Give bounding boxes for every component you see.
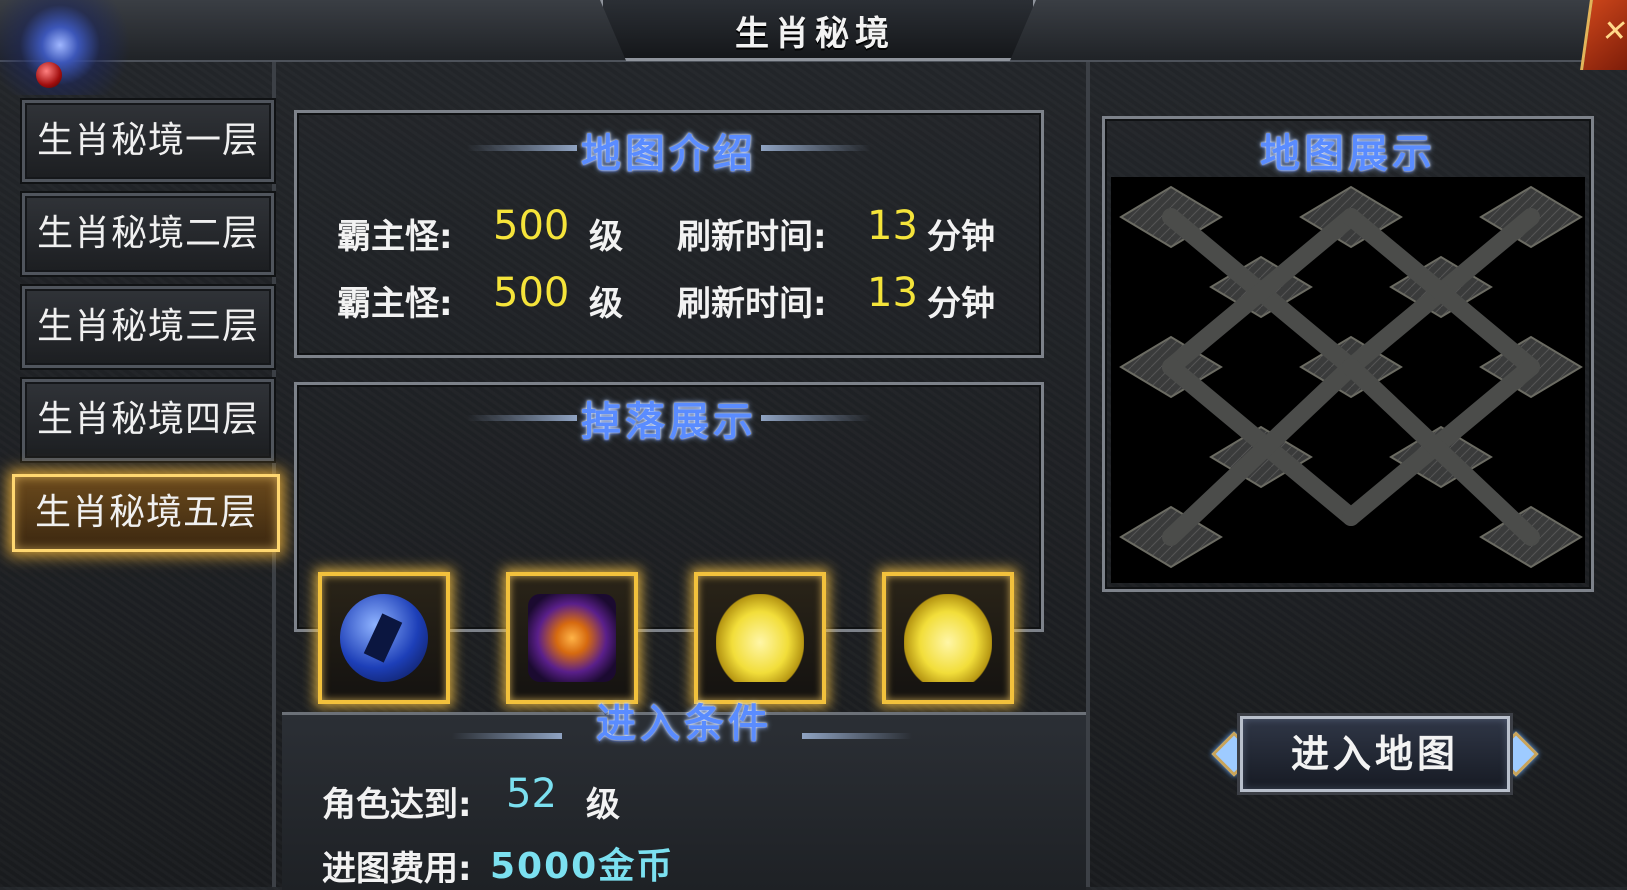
refresh-unit: 分钟 bbox=[927, 217, 995, 257]
level-unit: 级 bbox=[589, 217, 623, 257]
map-preview bbox=[1111, 177, 1585, 583]
drop-item-4[interactable] bbox=[882, 572, 1014, 704]
refresh-value: 13 bbox=[867, 203, 918, 249]
refresh-unit: 分钟 bbox=[927, 284, 995, 324]
conditions-title: 进入条件 bbox=[596, 700, 772, 747]
map-details: 地图介绍 霸主怪: 500 级 刷新时间: 13 分钟 霸主怪: 500 级 刷… bbox=[282, 62, 1090, 890]
drop-item-1[interactable] bbox=[318, 572, 450, 704]
floor-button-2[interactable]: 生肖秘境二层 bbox=[22, 193, 274, 275]
intro-title: 地图介绍 bbox=[581, 130, 757, 177]
boss-label: 霸主怪: bbox=[337, 217, 453, 257]
floor-button-3[interactable]: 生肖秘境三层 bbox=[22, 286, 274, 368]
refresh-value: 13 bbox=[867, 270, 918, 316]
boss-level: 500 bbox=[493, 203, 570, 249]
drop-item-3[interactable] bbox=[694, 572, 826, 704]
window-title: 生肖秘境 bbox=[735, 14, 895, 54]
conditions-area: 进入条件 角色达到: 52 级 进图费用: 5000金币 bbox=[282, 700, 1086, 890]
intro-panel: 地图介绍 霸主怪: 500 级 刷新时间: 13 分钟 霸主怪: 500 级 刷… bbox=[294, 110, 1044, 358]
purple-flame-icon bbox=[528, 594, 616, 682]
level-unit: 级 bbox=[589, 284, 623, 324]
cost-label: 进图费用: bbox=[322, 849, 472, 889]
floor-button-1[interactable]: 生肖秘境一层 bbox=[22, 100, 274, 182]
close-icon: ✕ bbox=[1600, 14, 1627, 49]
map-layout-image bbox=[1119, 185, 1583, 569]
map-panel: 地图展示 bbox=[1102, 116, 1594, 592]
floor-button-5[interactable]: 生肖秘境五层 bbox=[12, 474, 280, 552]
golden-dragon-statue-icon bbox=[716, 594, 804, 682]
map-preview-column: 地图展示 进入地图 bbox=[1094, 62, 1627, 887]
drops-title: 掉落展示 bbox=[581, 398, 757, 445]
level-unit: 级 bbox=[586, 785, 620, 825]
golden-figure-statue-icon bbox=[904, 594, 992, 682]
refresh-label: 刷新时间: bbox=[677, 284, 827, 324]
enter-map-button[interactable]: 进入地图 bbox=[1240, 716, 1510, 792]
floor-button-4[interactable]: 生肖秘境四层 bbox=[22, 379, 274, 461]
boss-level: 500 bbox=[493, 270, 570, 316]
blue-orb-icon bbox=[340, 594, 428, 682]
drop-item-2[interactable] bbox=[506, 572, 638, 704]
refresh-label: 刷新时间: bbox=[677, 217, 827, 257]
boss-label: 霸主怪: bbox=[337, 284, 453, 324]
floor-list: 生肖秘境一层 生肖秘境二层 生肖秘境三层 生肖秘境四层 生肖秘境五层 bbox=[0, 62, 280, 887]
cost-value: 5000金币 bbox=[490, 846, 675, 887]
level-value: 52 bbox=[506, 771, 557, 817]
map-title: 地图展示 bbox=[1260, 130, 1436, 177]
level-label: 角色达到: bbox=[322, 785, 472, 825]
